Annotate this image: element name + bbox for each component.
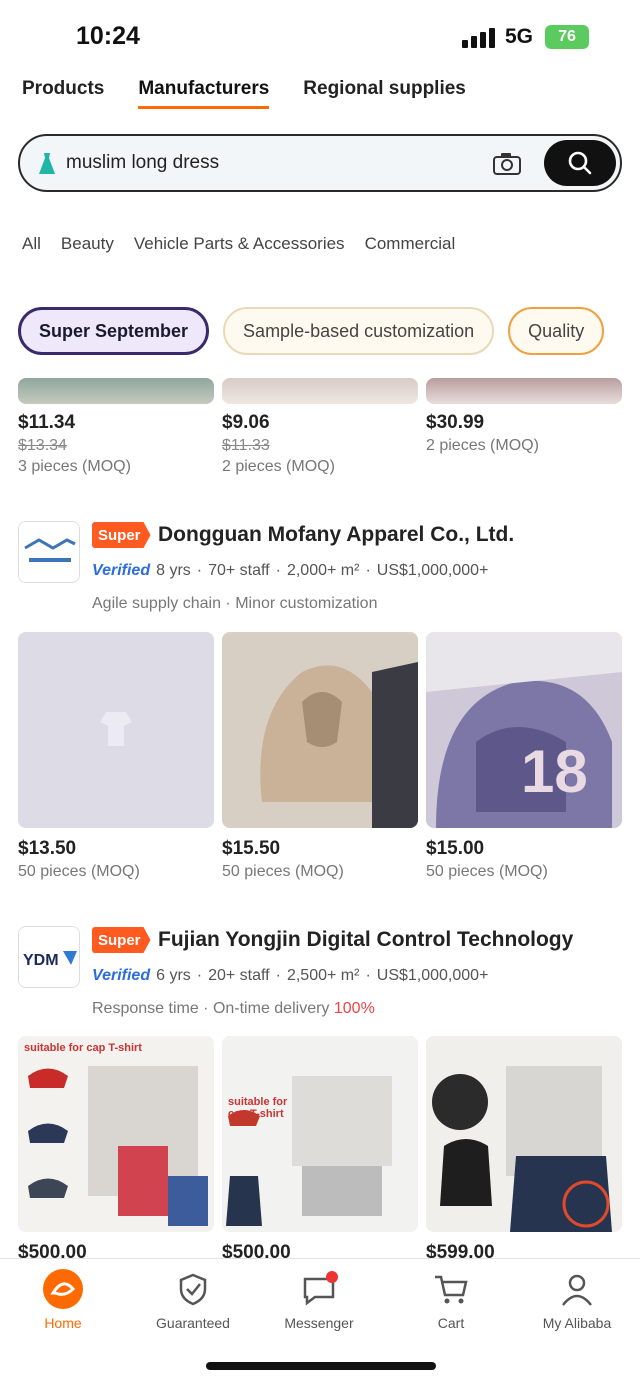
product-image[interactable] xyxy=(426,378,622,404)
filter-chips: Super September Sample-based customizati… xyxy=(18,307,605,355)
home-indicator[interactable] xyxy=(206,1362,436,1370)
alibaba-home-icon xyxy=(43,1269,83,1309)
user-icon xyxy=(557,1269,597,1309)
supplier-meta: Verified 8 yrs · 70+ staff · 2,000+ m² · US… xyxy=(92,562,489,579)
supplier-staff: 70+ staff xyxy=(208,562,270,579)
supplier-years: 6 yrs xyxy=(156,967,191,984)
supplier-name[interactable]: Fujian Yongjin Digital Control Technolog… xyxy=(158,928,622,952)
product-image[interactable]: 18 xyxy=(426,632,622,828)
supplier-revenue: US$1,000,000+ xyxy=(376,562,489,579)
supplier-name[interactable]: Dongguan Mofany Apparel Co., Ltd. xyxy=(158,523,622,547)
supplier-years: 8 yrs xyxy=(156,562,191,579)
tagline-response: Response time xyxy=(92,1000,199,1017)
top-tabs: Products Manufacturers Regional supplies xyxy=(22,78,466,109)
nav-my-alibaba[interactable]: My Alibaba xyxy=(522,1269,632,1331)
product-moq: 50 pieces (MOQ) xyxy=(18,863,140,880)
product-price: $11.34 xyxy=(18,412,76,433)
product-price: $30.99 xyxy=(426,412,485,433)
product-old-price: $11.33 xyxy=(222,437,270,454)
search-input[interactable] xyxy=(66,152,446,174)
supplier-area: 2,000+ m² xyxy=(286,562,360,579)
status-time: 10:24 xyxy=(76,22,140,50)
tab-products[interactable]: Products xyxy=(22,78,104,109)
product-label: suitable for cap T-shirt xyxy=(24,1042,142,1054)
nav-guaranteed-label: Guaranteed xyxy=(156,1315,230,1331)
supplier-taglines: Agile supply chain · Minor customization xyxy=(92,595,378,612)
product-old-price: $13.34 xyxy=(18,437,67,454)
product-label: suitable for cap T-shirt xyxy=(228,1096,288,1120)
tagline-delivery: On-time delivery xyxy=(212,1000,330,1017)
chip-sample-customization[interactable]: Sample-based customization xyxy=(223,307,495,355)
nav-home-label: Home xyxy=(44,1315,82,1331)
verified-badge: Verified xyxy=(92,967,151,984)
verified-badge: Verified xyxy=(92,562,151,579)
supplier-staff: 20+ staff xyxy=(208,967,270,984)
product-moq: 2 pieces (MOQ) xyxy=(426,437,539,454)
product-price: $15.00 xyxy=(426,838,485,859)
supplier-badge: Super xyxy=(92,522,151,548)
cart-icon xyxy=(431,1269,471,1309)
product-image[interactable] xyxy=(18,378,214,404)
search-icon xyxy=(568,151,592,175)
svg-text:18: 18 xyxy=(521,738,588,805)
tab-manufacturers[interactable]: Manufacturers xyxy=(138,78,270,109)
product-moq: 50 pieces (MOQ) xyxy=(222,863,344,880)
product-image[interactable]: suitable for cap T-shirt xyxy=(222,1036,418,1232)
chip-quality[interactable]: Quality xyxy=(508,307,605,355)
supplier-meta: Verified 6 yrs · 20+ staff · 2,500+ m² · US… xyxy=(92,967,489,984)
dress-icon xyxy=(36,152,58,182)
product-price: $9.06 xyxy=(222,412,270,433)
category-beauty[interactable]: Beauty xyxy=(61,234,114,254)
supplier-logo[interactable]: YDM xyxy=(18,926,80,988)
search-bar xyxy=(18,134,622,192)
supplier-logo[interactable] xyxy=(18,521,80,583)
chat-icon xyxy=(299,1269,339,1309)
svg-text:YDM: YDM xyxy=(23,952,59,969)
product-moq: 2 pieces (MOQ) xyxy=(222,458,335,475)
category-vehicle-parts[interactable]: Vehicle Parts & Accessories xyxy=(134,234,345,254)
product-price: $13.50 xyxy=(18,838,77,859)
product-moq: 50 pieces (MOQ) xyxy=(426,863,548,880)
signal-icon xyxy=(462,28,496,48)
nav-my-alibaba-label: My Alibaba xyxy=(542,1315,612,1331)
category-all[interactable]: All xyxy=(22,234,41,254)
shield-icon xyxy=(173,1269,213,1309)
status-bar: 10:24 5G 76 xyxy=(0,0,640,70)
nav-messenger[interactable]: Messenger xyxy=(264,1269,374,1331)
battery-icon: 76 xyxy=(545,25,589,49)
tab-regional-supplies[interactable]: Regional supplies xyxy=(303,78,466,109)
nav-cart-label: Cart xyxy=(437,1315,465,1331)
nav-cart[interactable]: Cart xyxy=(396,1269,506,1331)
product-image[interactable] xyxy=(222,378,418,404)
supplier-taglines: Response time · On-time delivery 100% xyxy=(92,1000,375,1017)
product-image[interactable] xyxy=(426,1036,622,1232)
tagline-agile: Agile supply chain xyxy=(92,595,221,612)
tagline-customization: Minor customization xyxy=(235,595,378,612)
product-moq: 3 pieces (MOQ) xyxy=(18,458,131,475)
product-price: $15.50 xyxy=(222,838,281,859)
category-commercial[interactable]: Commercial xyxy=(365,234,456,254)
product-image[interactable] xyxy=(222,632,418,828)
camera-icon[interactable] xyxy=(492,152,522,176)
category-row: All Beauty Vehicle Parts & Accessories C… xyxy=(22,234,640,254)
battery-level: 76 xyxy=(558,28,576,45)
product-image[interactable] xyxy=(18,632,214,828)
supplier-revenue: US$1,000,000+ xyxy=(376,967,489,984)
nav-messenger-label: Messenger xyxy=(284,1315,354,1331)
nav-guaranteed[interactable]: Guaranteed xyxy=(138,1269,248,1331)
supplier-badge: Super xyxy=(92,927,151,953)
chip-super-september[interactable]: Super September xyxy=(18,307,210,355)
supplier-area: 2,500+ m² xyxy=(286,967,360,984)
network-label: 5G xyxy=(505,25,534,48)
nav-home[interactable]: Home xyxy=(8,1269,118,1331)
product-image[interactable]: suitable for cap T-shirt xyxy=(18,1036,214,1232)
tagline-rate: 100% xyxy=(333,1000,375,1017)
search-button[interactable] xyxy=(544,140,616,186)
